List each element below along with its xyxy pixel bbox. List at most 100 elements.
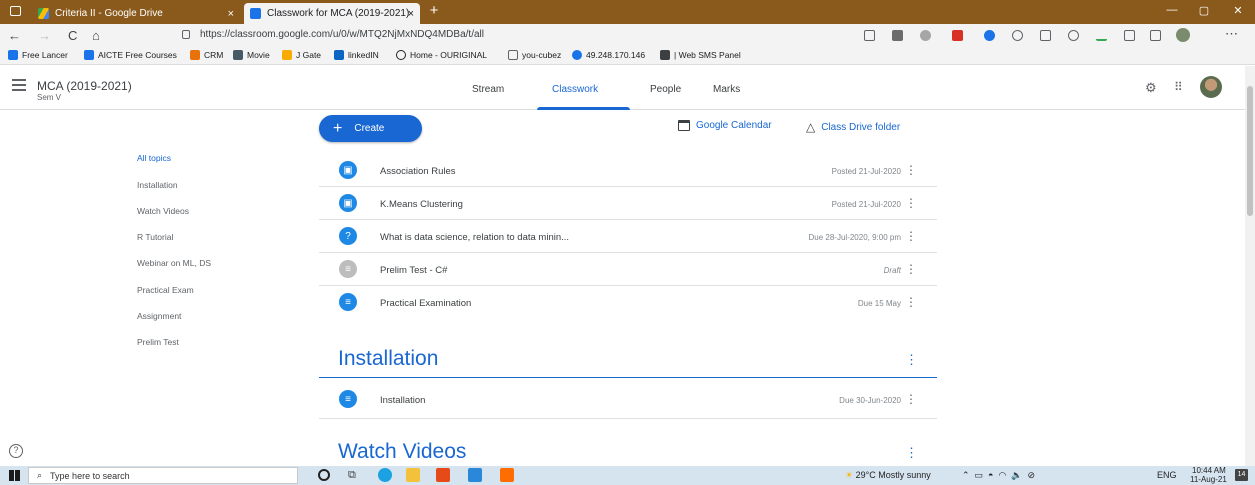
page-scrollbar[interactable] xyxy=(1245,66,1255,466)
tab-label: Criteria II - Google Drive xyxy=(55,8,163,19)
classwork-item[interactable]: ▣ K.Means Clustering Posted 21-Jul-2020 … xyxy=(319,188,937,220)
close-window-button[interactable]: ✕ xyxy=(1228,4,1248,17)
clock-date[interactable]: 11-Aug-21 xyxy=(1190,475,1227,484)
bookmark-ip[interactable]: 49.248.170.146 xyxy=(572,50,645,60)
extension-icon[interactable] xyxy=(892,30,903,41)
windows-start-icon[interactable] xyxy=(9,470,20,481)
bookmark-web-sms[interactable]: | Web SMS Panel xyxy=(660,50,741,60)
topic-installation[interactable]: Installation xyxy=(137,180,178,190)
favorites-icon[interactable] xyxy=(1040,30,1051,41)
language-indicator[interactable]: ENG xyxy=(1157,470,1177,480)
downloads-icon[interactable] xyxy=(1096,30,1107,41)
clock-time[interactable]: 10:44 AM xyxy=(1192,466,1226,475)
tab-stream[interactable]: Stream xyxy=(472,84,504,95)
settings-icon[interactable]: ⚙ xyxy=(1145,80,1157,96)
collections-icon[interactable] xyxy=(1068,30,1079,41)
system-tray-icons[interactable]: ⌃ ▭ ◓ ◠ 🔈 ⊘ xyxy=(962,470,1035,481)
classwork-item[interactable]: ≡ Installation Due 30-Jun-2020 ⋮ xyxy=(319,384,937,416)
tab-close-icon[interactable]: × xyxy=(408,8,414,20)
extension-icon[interactable] xyxy=(952,30,963,41)
taskbar-search-input[interactable]: ⌕ Type here to search xyxy=(28,467,298,484)
bookmark-crm[interactable]: CRM xyxy=(190,50,223,60)
app-icon[interactable] xyxy=(500,468,514,482)
classwork-item[interactable]: ≡ Prelim Test - C# Draft ⋮ xyxy=(319,254,937,286)
edge-icon[interactable] xyxy=(378,468,392,482)
bookmark-aicte[interactable]: AICTE Free Courses xyxy=(84,50,177,60)
topic-watch-videos[interactable]: Watch Videos xyxy=(137,206,189,216)
share-icon[interactable] xyxy=(1150,30,1161,41)
item-options-icon[interactable]: ⋮ xyxy=(905,163,917,177)
profile-icon[interactable] xyxy=(1176,28,1190,42)
url-input[interactable]: https://classroom.google.com/u/0/w/MTQ2N… xyxy=(200,29,484,40)
scrollbar-thumb[interactable] xyxy=(1247,86,1253,216)
help-icon[interactable]: ? xyxy=(9,444,23,458)
bookmark-icon xyxy=(282,50,292,60)
cortana-icon[interactable] xyxy=(318,469,330,481)
tab-marks[interactable]: Marks xyxy=(713,84,740,95)
tab-close-icon[interactable]: × xyxy=(228,8,234,20)
extension-icon[interactable] xyxy=(984,30,995,41)
item-options-icon[interactable]: ⋮ xyxy=(905,196,917,210)
back-icon[interactable]: ← xyxy=(8,28,21,43)
extension-icon[interactable] xyxy=(920,30,931,41)
bookmark-jgate[interactable]: J Gate xyxy=(282,50,321,60)
create-button[interactable]: + Create xyxy=(319,115,422,142)
item-options-icon[interactable]: ⋮ xyxy=(905,392,917,406)
avatar[interactable] xyxy=(1200,76,1222,98)
tab-actions-icon[interactable] xyxy=(10,6,21,16)
item-meta: Posted 21-Jul-2020 xyxy=(831,167,901,176)
main-menu-icon[interactable] xyxy=(12,79,26,91)
notifications-icon[interactable]: 14 xyxy=(1235,469,1248,481)
classwork-item[interactable]: ? What is data science, relation to data… xyxy=(319,221,937,253)
weather-status[interactable]: ☀ 29°C Mostly sunny xyxy=(845,470,931,481)
apps-grid-icon[interactable]: ⠿ xyxy=(1174,80,1183,94)
class-title[interactable]: MCA (2019-2021) xyxy=(37,79,132,93)
topic-practical-exam[interactable]: Practical Exam xyxy=(137,285,194,295)
material-icon: ▣ xyxy=(339,194,357,212)
bookmark-movie[interactable]: Movie xyxy=(233,50,270,60)
bookmark-linkedin[interactable]: linkedIN xyxy=(334,50,379,60)
refresh-extension-icon[interactable] xyxy=(1012,30,1023,41)
forward-icon[interactable]: → xyxy=(38,28,51,43)
windows-taskbar: ⌕ Type here to search ⧉ ☀ 29°C Mostly su… xyxy=(0,466,1255,485)
browser-tab-drive[interactable]: Criteria II - Google Drive × xyxy=(32,3,242,24)
section-title[interactable]: Installation xyxy=(338,347,438,371)
store-icon[interactable] xyxy=(468,468,482,482)
home-icon[interactable]: ⌂ xyxy=(92,28,100,43)
item-options-icon[interactable]: ⋮ xyxy=(905,229,917,243)
classwork-item[interactable]: ≡ Practical Examination Due 15 May ⋮ xyxy=(319,287,937,319)
bookmark-ouriginal[interactable]: Home - OURIGINAL xyxy=(396,50,487,60)
section-options-icon[interactable]: ⋮ xyxy=(905,352,918,368)
active-tab-indicator xyxy=(537,107,630,110)
office-icon[interactable] xyxy=(436,468,450,482)
extensions-icon[interactable] xyxy=(1124,30,1135,41)
google-calendar-link[interactable]: Google Calendar xyxy=(678,120,772,131)
reload-icon[interactable]: C xyxy=(68,28,77,43)
read-aloud-icon[interactable] xyxy=(864,30,875,41)
tab-classwork[interactable]: Classwork xyxy=(552,84,598,95)
topic-r-tutorial[interactable]: R Tutorial xyxy=(137,232,173,242)
topic-prelim-test[interactable]: Prelim Test xyxy=(137,337,179,347)
task-view-icon[interactable]: ⧉ xyxy=(348,469,356,482)
item-options-icon[interactable]: ⋮ xyxy=(905,295,917,309)
item-options-icon[interactable]: ⋮ xyxy=(905,262,917,276)
section-title[interactable]: Watch Videos xyxy=(338,440,466,464)
bookmark-free-lancer[interactable]: Free Lancer xyxy=(8,50,68,60)
topic-all[interactable]: All topics xyxy=(137,153,171,163)
more-menu-icon[interactable]: ⋯ xyxy=(1225,26,1238,42)
maximize-button[interactable]: ▢ xyxy=(1194,4,1214,17)
section-options-icon[interactable]: ⋮ xyxy=(905,445,918,461)
bookmark-you-cubez[interactable]: you-cubez xyxy=(508,50,561,60)
bookmark-icon xyxy=(660,50,670,60)
linkedin-icon xyxy=(334,50,344,60)
browser-tab-classwork[interactable]: Classwork for MCA (2019-2021) × xyxy=(244,3,420,24)
new-tab-button[interactable]: + xyxy=(424,2,444,19)
topic-assignment[interactable]: Assignment xyxy=(137,311,181,321)
classwork-item[interactable]: ▣ Association Rules Posted 21-Jul-2020 ⋮ xyxy=(319,155,937,187)
class-drive-folder-link[interactable]: △ Class Drive folder xyxy=(806,120,900,134)
file-explorer-icon[interactable] xyxy=(406,468,420,482)
tab-people[interactable]: People xyxy=(650,84,681,95)
google-drive-icon xyxy=(38,8,49,19)
topic-webinar[interactable]: Webinar on ML, DS xyxy=(137,258,211,268)
minimize-button[interactable]: — xyxy=(1162,4,1182,16)
